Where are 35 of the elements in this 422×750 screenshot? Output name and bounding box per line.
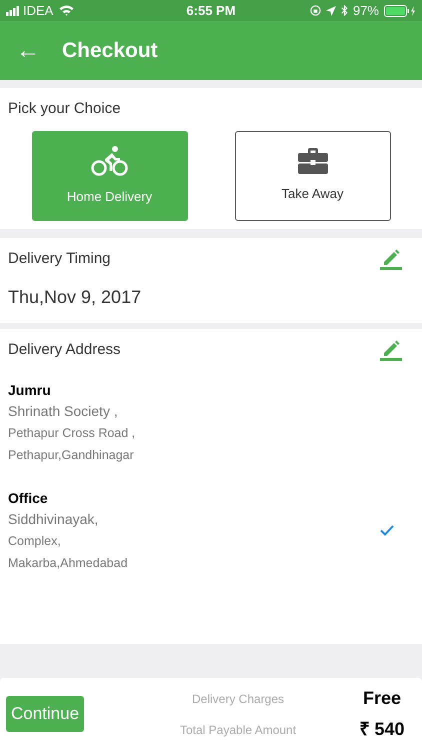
battery-percentage: 97% bbox=[352, 2, 379, 20]
battery-charging-icon bbox=[384, 4, 416, 16]
summary-label: Delivery Charges bbox=[191, 690, 286, 708]
summary-label: Total Payable Amount bbox=[178, 722, 298, 738]
section-title: Delivery Address bbox=[8, 340, 121, 360]
bluetooth-icon bbox=[340, 5, 348, 16]
option-button[interactable]: Take Away bbox=[234, 130, 390, 220]
carrier-name: IDEA bbox=[23, 2, 54, 20]
address-line: Makarba,Ahmedabad bbox=[8, 554, 128, 572]
summary-value: Free bbox=[362, 687, 402, 710]
edit-icon bbox=[380, 248, 402, 270]
address-line: Pethapur Cross Road , bbox=[8, 424, 136, 442]
signal-icon bbox=[6, 6, 20, 16]
address-line: Pethapur,Gandhinagar bbox=[8, 446, 135, 464]
edit-button[interactable] bbox=[380, 248, 402, 270]
address-name: Jumru bbox=[8, 380, 52, 400]
edit-icon bbox=[380, 339, 402, 362]
edit-button[interactable] bbox=[380, 339, 402, 362]
bicycle-icon bbox=[90, 144, 128, 177]
address-name: Office bbox=[8, 488, 49, 508]
lock-rotation-icon bbox=[310, 5, 321, 16]
briefcase-icon bbox=[298, 148, 328, 174]
address-item[interactable]: Jumru Shrinath Society , Pethapur Cross Road , Pethapur,Gandhinagar bbox=[8, 380, 414, 466]
address-line: Complex, bbox=[8, 532, 62, 550]
section-title: Pick your Choice bbox=[8, 99, 122, 119]
address-line: Shrinath Society , bbox=[8, 402, 119, 421]
address-item[interactable]: Office Siddhivinayak, Complex, Makarba,Ahmedabad bbox=[8, 488, 414, 574]
delivery-date: Thu,Nov 9, 2017 bbox=[8, 286, 142, 309]
status-time: 6:55 PM bbox=[185, 2, 237, 20]
address-line: Siddhivinayak, bbox=[8, 510, 100, 529]
page-title: Checkout bbox=[62, 38, 158, 64]
summary-value: ₹ 540 bbox=[358, 718, 406, 741]
location-arrow-icon bbox=[326, 6, 336, 16]
wifi-icon bbox=[59, 5, 74, 16]
section-title: Delivery Timing bbox=[8, 248, 111, 268]
